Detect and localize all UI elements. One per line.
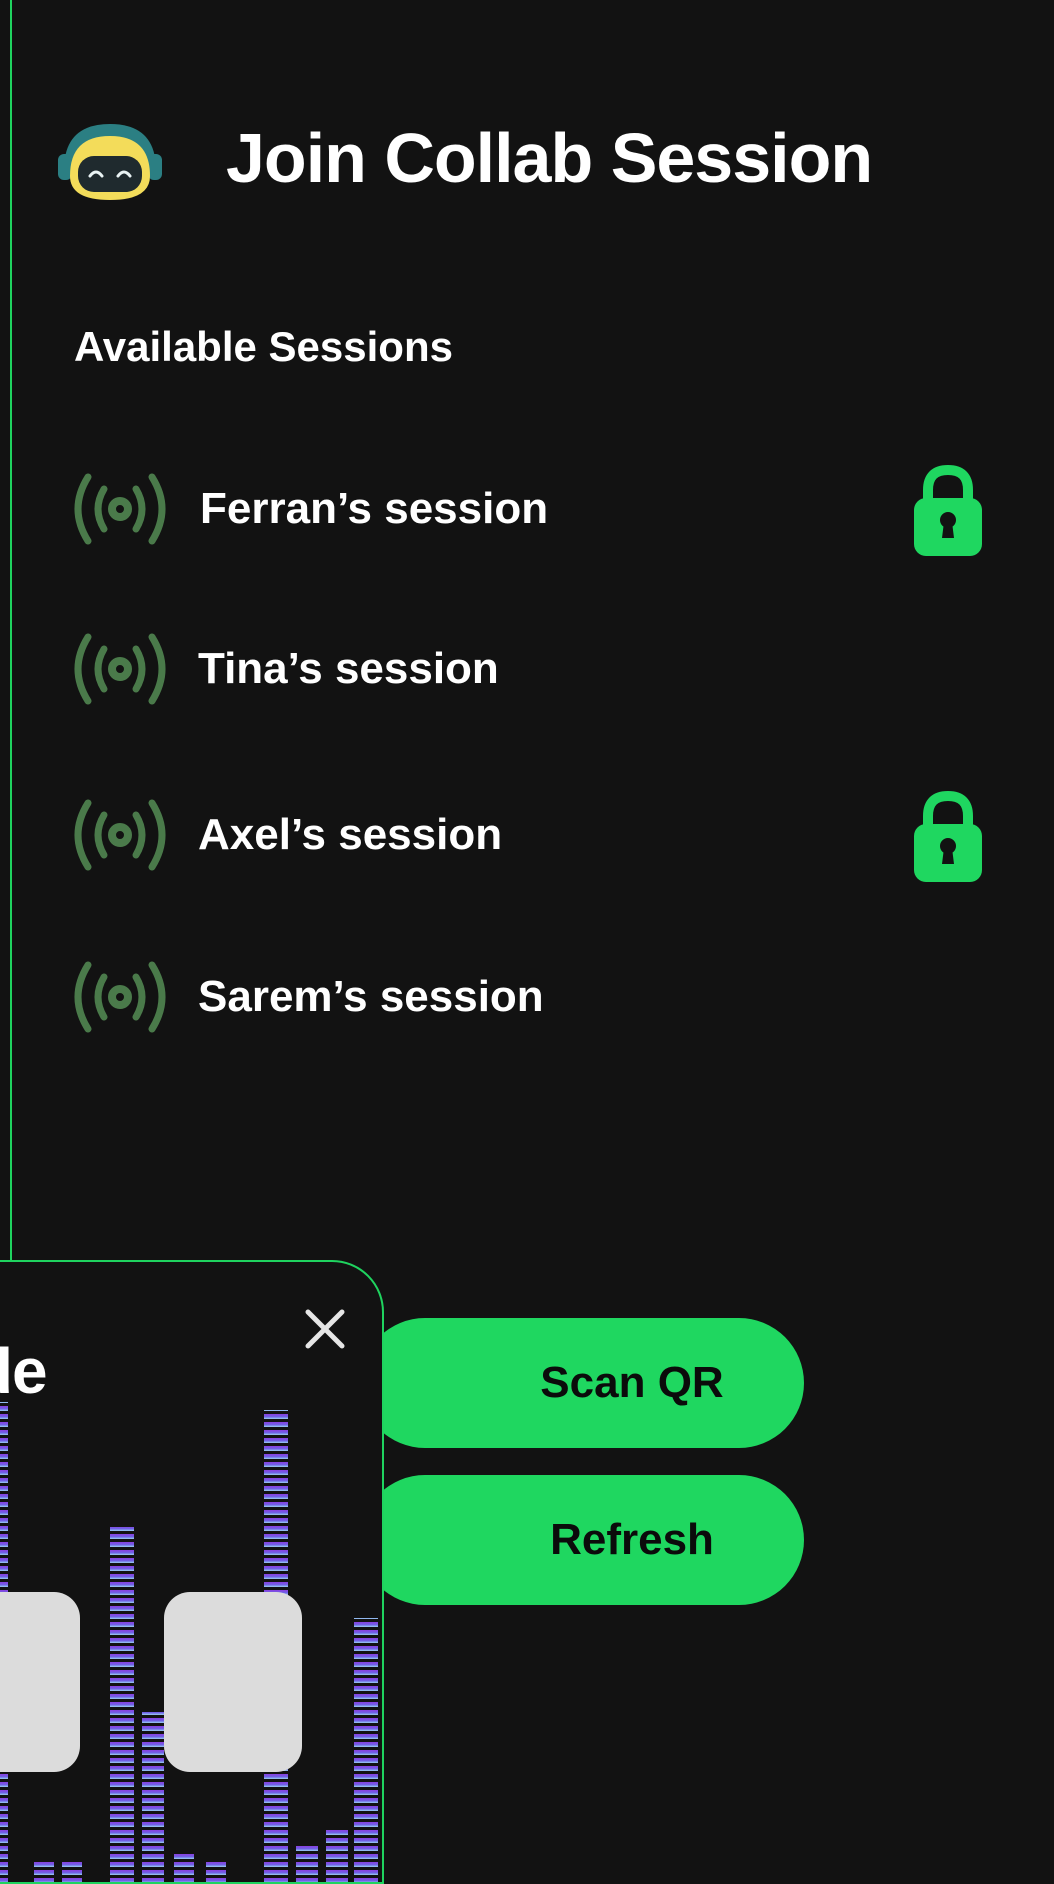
section-label: Available Sessions	[74, 323, 453, 370]
broadcast-icon	[74, 473, 166, 545]
passcode-digit-field[interactable]	[0, 1592, 80, 1772]
page-title: Join Collab Session	[226, 119, 873, 197]
session-name: Ferran’s session	[200, 484, 549, 533]
session-item-axel[interactable]: Axel’s session	[0, 780, 1054, 890]
passcode-digit-field[interactable]	[164, 1592, 302, 1772]
lock-icon	[914, 790, 982, 882]
session-name: Axel’s session	[198, 810, 503, 859]
lock-icon	[914, 464, 982, 556]
close-icon[interactable]	[298, 1302, 352, 1356]
modal-title: sscode	[0, 1335, 48, 1407]
session-name: Sarem’s session	[198, 972, 544, 1021]
broadcast-icon	[74, 799, 166, 871]
session-item-ferran[interactable]: Ferran’s session	[0, 454, 1054, 564]
scan-qr-button[interactable]: Scan QR	[360, 1318, 804, 1448]
passcode-modal: sscode	[0, 1260, 384, 1884]
session-name: Tina’s session	[198, 644, 499, 693]
broadcast-icon	[74, 961, 166, 1033]
robot-avatar-icon	[58, 124, 162, 200]
session-item-sarem[interactable]: Sarem’s session	[0, 942, 1054, 1052]
broadcast-icon	[74, 633, 166, 705]
session-item-tina[interactable]: Tina’s session	[0, 614, 1054, 724]
refresh-button[interactable]: Refresh	[360, 1475, 804, 1605]
